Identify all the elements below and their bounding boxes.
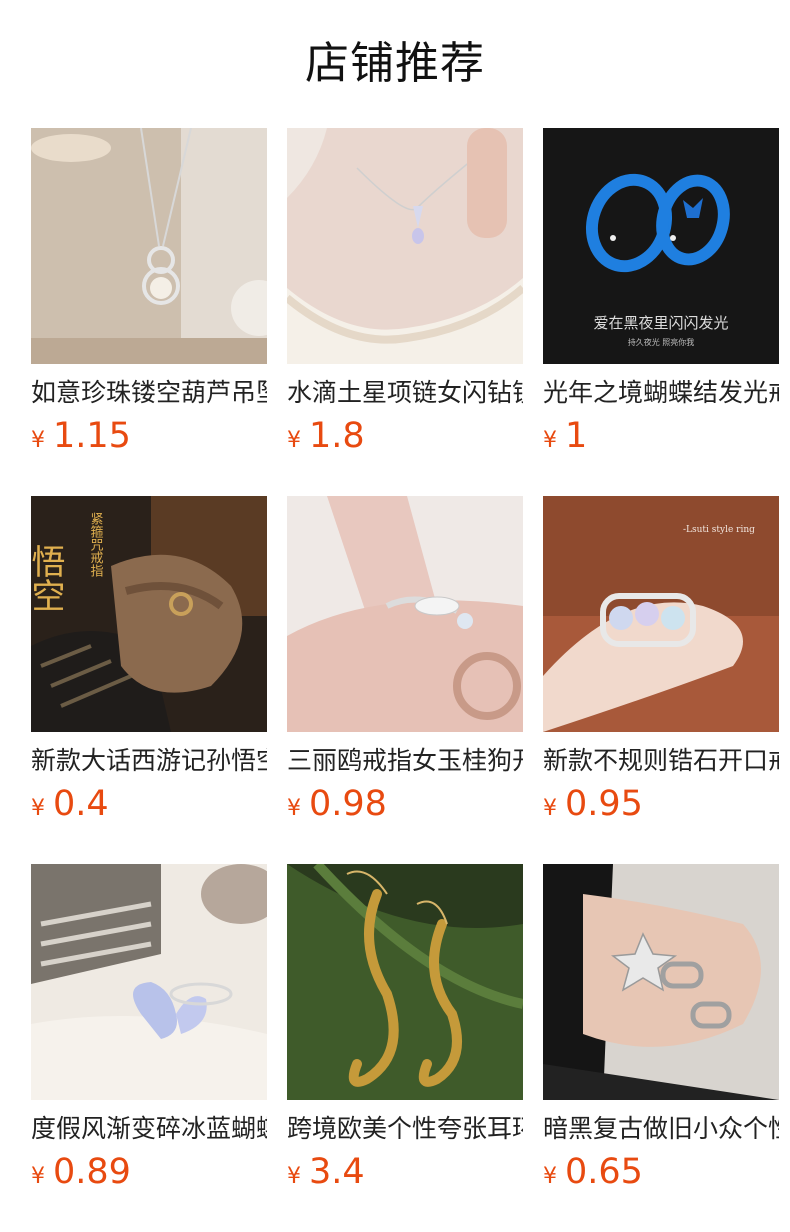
product-price: ¥0.98 bbox=[287, 782, 523, 826]
product-name[interactable]: 度假风渐变碎冰蓝蝴蝶戒指 bbox=[31, 1112, 267, 1146]
product-name[interactable]: 如意珍珠镂空葫芦吊坠项链 bbox=[31, 376, 267, 410]
price-value: 0.95 bbox=[565, 784, 643, 824]
product-image-water-drop-necklace[interactable] bbox=[287, 128, 523, 364]
product-image-star-rings[interactable] bbox=[543, 864, 779, 1100]
currency-symbol: ¥ bbox=[31, 796, 45, 821]
currency-symbol: ¥ bbox=[31, 1164, 45, 1189]
product-card[interactable]: 如意珍珠镂空葫芦吊坠项链 ¥1.15 bbox=[31, 128, 267, 458]
product-image-wukong-ring[interactable]: 悟空 紧箍咒戒指 bbox=[31, 496, 267, 732]
price-value: 1.8 bbox=[309, 416, 365, 456]
product-name[interactable]: 跨境欧美个性夸张耳环 bbox=[287, 1112, 523, 1146]
product-name[interactable]: 光年之境蝴蝶结发光戒指 bbox=[543, 376, 779, 410]
product-card[interactable]: 水滴土星项链女闪钻锁骨链 ¥1.8 bbox=[287, 128, 523, 458]
product-name[interactable]: 新款不规则锆石开口戒指 bbox=[543, 744, 779, 778]
price-value: 3.4 bbox=[309, 1152, 365, 1192]
price-value: 0.98 bbox=[309, 784, 387, 824]
image-subcaption: 紧箍咒戒指 bbox=[88, 512, 104, 577]
product-price: ¥1 bbox=[543, 414, 779, 458]
product-price: ¥1.15 bbox=[31, 414, 267, 458]
product-name[interactable]: 新款大话西游记孙悟空紧箍咒戒指 bbox=[31, 744, 267, 778]
currency-symbol: ¥ bbox=[543, 428, 557, 453]
price-value: 0.4 bbox=[53, 784, 109, 824]
product-image-butterfly-ring[interactable] bbox=[31, 864, 267, 1100]
product-price: ¥0.4 bbox=[31, 782, 267, 826]
product-card[interactable]: 三丽鸥戒指女玉桂狗开口戒 ¥0.98 bbox=[287, 496, 523, 826]
product-price: ¥3.4 bbox=[287, 1150, 523, 1194]
product-image-snake-earrings[interactable] bbox=[287, 864, 523, 1100]
currency-symbol: ¥ bbox=[287, 1164, 301, 1189]
image-caption: 悟空 bbox=[31, 544, 65, 612]
product-image-glow-bow-ring[interactable]: 爱在黑夜里闪闪发光 持久夜光 照亮你我 bbox=[543, 128, 779, 364]
currency-symbol: ¥ bbox=[543, 796, 557, 821]
product-name[interactable]: 三丽鸥戒指女玉桂狗开口戒 bbox=[287, 744, 523, 778]
section-title: 店铺推荐 bbox=[305, 38, 485, 89]
product-card[interactable]: -Lsuti style ring 新款不规则锆石开口戒指 ¥0.95 bbox=[543, 496, 779, 826]
price-value: 0.89 bbox=[53, 1152, 131, 1192]
product-image-cinnamoroll-ring[interactable] bbox=[287, 496, 523, 732]
image-caption: -Lsuti style ring bbox=[683, 525, 755, 535]
currency-symbol: ¥ bbox=[31, 428, 45, 453]
product-image-pearl-gourd-necklace[interactable] bbox=[31, 128, 267, 364]
price-value: 1 bbox=[565, 416, 588, 456]
product-card[interactable]: 跨境欧美个性夸张耳环 ¥3.4 bbox=[287, 864, 523, 1194]
product-name[interactable]: 水滴土星项链女闪钻锁骨链 bbox=[287, 376, 523, 410]
image-subcaption: 持久夜光 照亮你我 bbox=[628, 337, 695, 347]
product-card[interactable]: 爱在黑夜里闪闪发光 持久夜光 照亮你我 光年之境蝴蝶结发光戒指 ¥1 bbox=[543, 128, 779, 458]
product-price: ¥0.65 bbox=[543, 1150, 779, 1194]
price-value: 0.65 bbox=[565, 1152, 643, 1192]
product-card[interactable]: 度假风渐变碎冰蓝蝴蝶戒指 ¥0.89 bbox=[31, 864, 267, 1194]
currency-symbol: ¥ bbox=[287, 796, 301, 821]
product-price: ¥0.89 bbox=[31, 1150, 267, 1194]
product-card[interactable]: 悟空 紧箍咒戒指 新款大话西游记孙悟空紧箍咒戒指 ¥0.4 bbox=[31, 496, 267, 826]
image-caption: 爱在黑夜里闪闪发光 bbox=[593, 314, 728, 332]
currency-symbol: ¥ bbox=[543, 1164, 557, 1189]
price-value: 1.15 bbox=[53, 416, 131, 456]
product-price: ¥1.8 bbox=[287, 414, 523, 458]
currency-symbol: ¥ bbox=[287, 428, 301, 453]
product-image-moonstone-ring[interactable]: -Lsuti style ring bbox=[543, 496, 779, 732]
product-name[interactable]: 暗黑复古做旧小众个性戒指 bbox=[543, 1112, 779, 1146]
product-card[interactable]: 暗黑复古做旧小众个性戒指 ¥0.65 bbox=[543, 864, 779, 1194]
product-price: ¥0.95 bbox=[543, 782, 779, 826]
